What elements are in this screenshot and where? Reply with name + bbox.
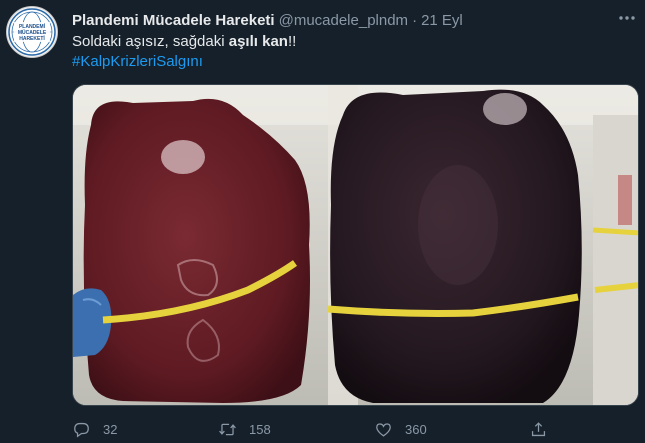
separator: · (412, 11, 418, 29)
retweet-button[interactable]: 158 (218, 417, 271, 441)
avatar-text-3: HAREKETİ (19, 35, 45, 42)
avatar-text-1: PLANDEMİ (19, 23, 46, 30)
like-icon (376, 422, 391, 437)
reply-button[interactable]: 32 (72, 417, 117, 441)
hashtag-link[interactable]: #KalpKrizleriSalgını (72, 52, 203, 72)
more-icon (619, 16, 635, 20)
retweet-count: 158 (249, 421, 271, 437)
timestamp[interactable]: 21 Eyl (421, 12, 463, 29)
more-button[interactable] (615, 8, 639, 28)
tweet-text: Soldaki aşısız, sağdaki aşılı kan!! (72, 32, 296, 52)
author-name[interactable]: Plandemi Mücadele Hareketi (72, 12, 275, 29)
tweet-header: Plandemi Mücadele Hareketi @mucadele_pln… (72, 10, 605, 30)
tweet-text-part1: Soldaki aşısız, sağdaki (72, 33, 229, 50)
retweet-icon (219, 423, 236, 435)
author-handle[interactable]: @mucadele_plndm (279, 12, 408, 29)
avatar[interactable]: PLANDEMİ MÜCADELE HAREKETİ (6, 6, 58, 58)
reply-icon (74, 422, 89, 437)
reply-count: 32 (103, 421, 118, 437)
tweet[interactable]: PLANDEMİ MÜCADELE HAREKETİ Plandemi Müca… (0, 0, 645, 443)
avatar-logo: PLANDEMİ MÜCADELE HAREKETİ (8, 8, 56, 56)
tweet-text-part2: !! (287, 33, 297, 50)
tweet-text-bold: aşılı kan (228, 33, 288, 50)
tweet-actions: 32 158 360 (72, 417, 632, 441)
share-icon (531, 421, 546, 436)
avatar-text-2: MÜCADELE (18, 29, 47, 36)
blood-bags-photo (73, 85, 638, 405)
tweet-media[interactable] (72, 84, 639, 406)
like-button[interactable]: 360 (374, 417, 427, 441)
like-count: 360 (405, 421, 427, 437)
share-button[interactable] (529, 417, 560, 441)
